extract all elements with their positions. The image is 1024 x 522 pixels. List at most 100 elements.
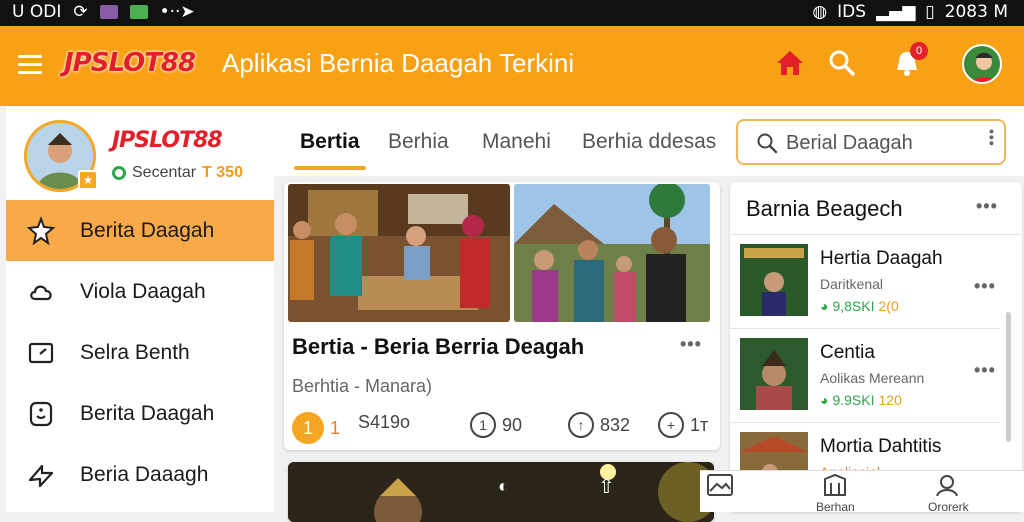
- divider: [730, 234, 1022, 235]
- tab-manehi[interactable]: Manehi: [482, 130, 551, 154]
- tab-berhia-ddesas[interactable]: Berhia ddesas: [582, 130, 716, 154]
- bottom-nav-item-ororerk[interactable]: Ororerk: [928, 473, 969, 514]
- user-search-icon: [936, 475, 959, 497]
- tab-berhia[interactable]: Berhia: [388, 130, 449, 154]
- bottom-nav-item-berhan[interactable]: Berhan: [816, 473, 855, 514]
- list-item-subtitle: Daritkenal: [820, 276, 884, 292]
- list-item[interactable]: Centia Aolikas Mereann ◕ 9.9SKI 120 •••: [730, 330, 1010, 424]
- status-time: 2083 M: [944, 2, 1008, 22]
- feed-card[interactable]: Bertia - Beria Berria Deagah ••• Berhtia…: [284, 182, 720, 450]
- feed-photo-village: [514, 184, 710, 322]
- right-panel-heading: Barnia Beagech: [746, 196, 903, 221]
- signal-label: IDS: [837, 2, 867, 22]
- gallery-icon: [99, 5, 118, 19]
- right-panel-more-icon[interactable]: •••: [976, 196, 998, 217]
- sidebar-item-label: Viola Daagah: [80, 279, 206, 303]
- like-count: 1: [330, 417, 341, 438]
- tablet-icon: [28, 342, 54, 363]
- sidebar-item-label: Berita Daagah: [80, 401, 215, 425]
- tab-bertia[interactable]: Bertia: [300, 130, 360, 154]
- status-dot-icon: [112, 166, 126, 180]
- divider: [730, 328, 1000, 329]
- comment-count: 90: [502, 414, 523, 435]
- search-placeholder: Berial Daagah: [786, 132, 913, 154]
- notification-badge: 0: [910, 42, 928, 60]
- add-icon: +: [658, 412, 684, 438]
- clock-icon: ◕: [820, 298, 829, 314]
- cloud-icon: [30, 285, 52, 300]
- battery-icon: ▯: [925, 2, 935, 22]
- wifi-icon: ◍: [812, 2, 828, 22]
- bottom-nav: Berhan Ororerk: [700, 470, 1024, 514]
- list-item[interactable]: Hertia Daagah Daritkenal ◕ 9,8SKI 2(0 ••…: [730, 236, 1010, 330]
- list-item-more-icon[interactable]: •••: [974, 360, 996, 381]
- sidebar-subtitle-badge: T 350: [202, 164, 243, 181]
- feed-photo-office: [288, 184, 510, 322]
- upvote-count: 832: [600, 414, 631, 435]
- list-item-thumbnail: [740, 338, 808, 410]
- list-item-title: Centia: [820, 342, 875, 363]
- star-badge-icon: ★: [78, 170, 98, 190]
- add-count: 1т: [690, 414, 709, 435]
- photo-icon: [129, 5, 148, 19]
- comment-stat[interactable]: 1 90: [470, 412, 522, 438]
- app-bar: JPSLOT88 Aplikasi Bernia Daagah Terkini …: [0, 26, 1024, 106]
- feed-card-2[interactable]: ◐ ⇧: [288, 462, 714, 522]
- list-item-meta-2: 120: [878, 392, 902, 408]
- list-item-meta-1: 9.9SKI: [832, 392, 875, 408]
- smiley-icon: [29, 401, 53, 426]
- sidebar-subtitle-row: Secentar T 350: [112, 164, 243, 182]
- sidebar-item-beria-daaagh[interactable]: Beria Daaagh: [6, 444, 274, 505]
- upvote-icon: ↑: [568, 412, 594, 438]
- list-item-meta: ◕ 9.9SKI 120: [820, 392, 902, 408]
- list-item-more-icon[interactable]: •••: [974, 276, 996, 297]
- divider: [730, 422, 1000, 423]
- list-item-title: Hertia Daagah: [820, 248, 943, 269]
- sidebar-item-berita-daagah[interactable]: Berita Daagah: [6, 200, 274, 261]
- star-icon: [26, 215, 56, 245]
- add-stat[interactable]: + 1т: [658, 412, 708, 438]
- sidebar-logo: JPSLOT88: [112, 128, 223, 153]
- scrollbar[interactable]: [1006, 312, 1011, 442]
- like-stat[interactable]: 1 1: [292, 412, 340, 444]
- app-logo[interactable]: JPSLOT88: [64, 48, 196, 78]
- list-item-title: Mortia Dahtitis: [820, 436, 942, 457]
- sidebar-nav: Berita Daagah Viola Daagah Selra Benth B…: [6, 200, 274, 505]
- search-icon[interactable]: [825, 46, 859, 80]
- app-title: Aplikasi Bernia Daagah Terkini: [222, 48, 575, 78]
- clock-icon: ◕: [820, 392, 829, 408]
- menu-icon[interactable]: [18, 55, 42, 79]
- search-icon: [757, 133, 778, 154]
- image-icon: [707, 474, 733, 496]
- active-tab-indicator: [294, 166, 366, 170]
- sidebar-item-viola-daagah[interactable]: Viola Daagah: [6, 261, 274, 322]
- arrow-icon: [28, 464, 54, 487]
- search-more-icon[interactable]: •••: [984, 129, 1000, 147]
- user-avatar[interactable]: [962, 44, 1002, 84]
- right-panel: Barnia Beagech ••• Hertia Daagah Daritke…: [730, 182, 1022, 512]
- sidebar-subtitle: Secentar: [132, 164, 197, 181]
- upvote-stat[interactable]: ↑ 832: [568, 412, 630, 438]
- compass-icon: ◐: [498, 476, 509, 496]
- search-input[interactable]: Berial Daagah •••: [736, 119, 1006, 165]
- feed-card-more-icon[interactable]: •••: [680, 334, 702, 355]
- sidebar-item-selra-benth[interactable]: Selra Benth: [6, 322, 274, 383]
- sidebar: ★ JPSLOT88 Secentar T 350 Berita Daagah …: [6, 106, 274, 512]
- main-content: Bertia Berhia Manehi Berhia ddesas Beria…: [274, 106, 1024, 522]
- dots-icon: •··➤: [159, 2, 195, 22]
- feed-card-title: Bertia - Beria Berria Deagah: [292, 334, 585, 359]
- bell-icon[interactable]: 0: [890, 42, 928, 80]
- feed-card-subtitle: Berhtia - Manara): [292, 376, 433, 396]
- sidebar-item-berita-daagah-2[interactable]: Berita Daagah: [6, 383, 274, 444]
- tab-bar: Bertia Berhia Manehi Berhia ddesas Beria…: [274, 106, 1024, 176]
- bottom-nav-item-image[interactable]: [706, 473, 734, 500]
- home-icon[interactable]: [773, 46, 807, 80]
- list-item-meta: ◕ 9,8SKI 2(0: [820, 298, 899, 314]
- views-count: S419o: [358, 412, 411, 432]
- status-bar: U ODI ⟳ •··➤ ◍ IDS ▂▄▆ ▯ 2083 M: [0, 0, 1024, 26]
- building-icon: [824, 473, 847, 496]
- list-item-thumbnail: [740, 244, 808, 316]
- signal-bars-icon: ▂▄▆: [876, 2, 916, 22]
- status-left-text: U ODI: [12, 2, 62, 22]
- sync-icon: ⟳: [73, 2, 88, 22]
